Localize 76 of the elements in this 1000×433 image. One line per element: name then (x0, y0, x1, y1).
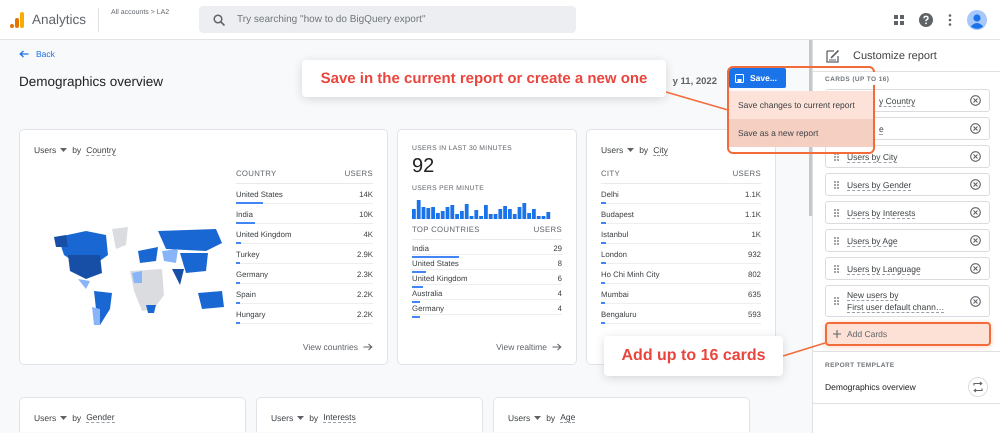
drag-handle-icon[interactable] (834, 208, 839, 216)
card-title: by (72, 412, 82, 422)
more-icon[interactable] (948, 14, 952, 26)
card-list-item[interactable]: Users by Age (825, 229, 990, 252)
card-name: Users by City (847, 150, 899, 162)
dimension-link[interactable]: Gender (86, 412, 115, 423)
remove-icon[interactable] (970, 179, 981, 190)
drag-handle-icon[interactable] (834, 264, 839, 272)
leader-line (782, 342, 826, 357)
drag-handle-icon[interactable] (834, 297, 839, 305)
card-name: New users by First user default chann… (847, 289, 946, 313)
card-title: by (309, 412, 318, 422)
card-title: by (546, 412, 556, 422)
metric-dropdown[interactable]: Users (601, 145, 634, 155)
arrow-right-icon (552, 343, 562, 351)
edit-icon (826, 48, 840, 62)
view-link[interactable]: View countries (302, 342, 373, 352)
remove-icon[interactable] (970, 95, 981, 106)
caret-icon (60, 416, 68, 420)
help-icon[interactable] (919, 12, 933, 26)
dimension-link[interactable]: Age (560, 412, 576, 423)
search-field[interactable]: Try searching "how to do BigQuery export" (199, 6, 576, 33)
avatar-icon[interactable] (967, 10, 987, 30)
card-title: by (72, 145, 82, 155)
drag-handle-icon[interactable] (834, 180, 839, 188)
card-title: by (639, 145, 648, 155)
back-link[interactable]: Back (19, 47, 55, 61)
card-name: Users by Language (847, 262, 922, 274)
caret-icon (534, 416, 542, 420)
card-list-item[interactable]: Users by Interests (825, 201, 990, 224)
card-name: Users by Interests (847, 206, 916, 218)
view-link[interactable]: View realtime (496, 342, 562, 352)
app-name: Analytics (32, 12, 86, 27)
drag-handle-icon[interactable] (834, 236, 839, 244)
user-count: 92 (412, 155, 436, 178)
remove-icon[interactable] (970, 207, 981, 218)
metric-dropdown[interactable]: Users (271, 412, 304, 422)
caret-icon (627, 148, 634, 152)
caret-icon (297, 416, 304, 420)
card-list-item[interactable]: Users by Gender (825, 173, 990, 196)
save-icon (735, 74, 744, 82)
drag-handle-icon[interactable] (834, 152, 839, 160)
remove-icon[interactable] (970, 123, 981, 134)
search-icon (213, 14, 226, 26)
plus-icon (833, 330, 841, 338)
swap-template-icon[interactable] (968, 377, 988, 397)
add-cards-button[interactable]: Add Cards (825, 322, 991, 346)
remove-icon[interactable] (970, 263, 981, 274)
remove-icon[interactable] (970, 151, 981, 162)
remove-icon[interactable] (970, 296, 981, 306)
panel-title: Customize report (853, 50, 937, 62)
metric-dropdown[interactable]: Users (34, 145, 68, 155)
menu-item[interactable]: Save as a new report (729, 119, 873, 147)
callout: Save in the current report or create a new one (302, 60, 666, 97)
template-name: Demographics overview (825, 382, 916, 392)
back-arrow-icon (19, 50, 29, 58)
card-name: Users by Gender (847, 178, 912, 190)
dimension-link[interactable]: Country (86, 144, 116, 156)
card-list-item[interactable]: Users by Language (825, 257, 990, 280)
card-name: Users by Age (847, 234, 899, 246)
dimension-link[interactable]: City (653, 144, 668, 156)
metric-dropdown[interactable]: Users (34, 412, 68, 422)
date-range[interactable]: y 11, 2022 (672, 76, 717, 86)
card-name: e (879, 122, 885, 134)
card-name: y Country (879, 94, 916, 106)
logo-icon (10, 12, 24, 28)
caret-icon (60, 148, 68, 152)
callout: Add up to 16 cards (604, 336, 783, 376)
apps-grid-icon[interactable] (894, 14, 904, 24)
metric-dropdown[interactable]: Users (508, 412, 542, 422)
dimension-link[interactable]: Interests (323, 412, 356, 423)
arrow-right-icon (363, 343, 373, 351)
save-button[interactable]: Save... (729, 68, 786, 88)
card-list-item[interactable]: New users by First user default chann… (825, 285, 990, 317)
remove-icon[interactable] (970, 235, 981, 246)
page-title: Demographics overview (19, 74, 164, 88)
